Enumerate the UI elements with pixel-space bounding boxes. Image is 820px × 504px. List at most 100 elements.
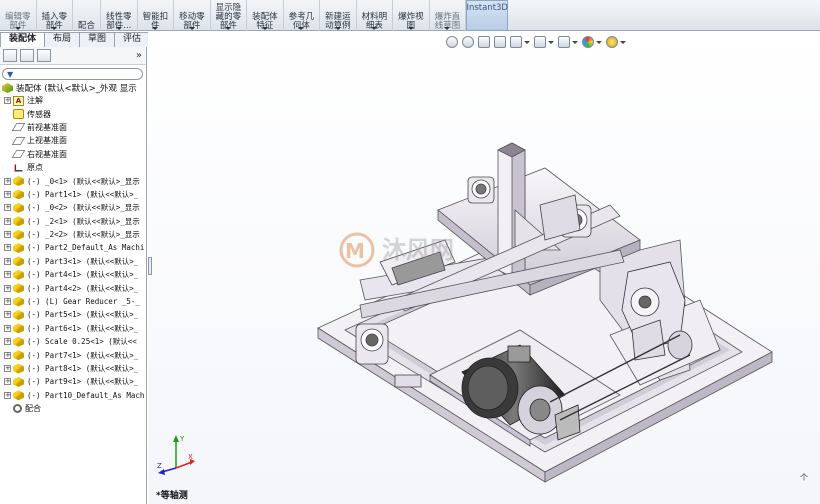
tree-item[interactable]: 右视基准面 xyxy=(0,148,146,161)
tree-item[interactable]: + (-) Part4<2> (默认<<默认>_ xyxy=(0,281,146,294)
chevron-down-icon xyxy=(334,27,341,30)
expand-icon[interactable]: + xyxy=(4,97,11,105)
expand-icon[interactable]: + xyxy=(4,391,11,399)
tree-item[interactable]: + (-) _0<2> (默认<<默认>_显示 xyxy=(0,201,146,214)
ribbon-button[interactable]: 智能扣 件 xyxy=(138,0,175,31)
part-icon xyxy=(13,363,24,374)
tree-item[interactable]: + (-) _0<1> (默认<<默认>_显示 xyxy=(0,174,146,187)
tree-item-label: (-) Part10_Default_As Mach xyxy=(27,390,145,400)
chevron-down-icon xyxy=(407,27,414,30)
tree-item[interactable]: + (-) Part9<1> (默认<<默认>_ xyxy=(0,375,146,388)
tree-item[interactable]: + (-) _2<2> (默认<<默认>_显示 xyxy=(0,228,146,241)
expand-icon[interactable]: + xyxy=(4,311,11,319)
expand-icon[interactable]: + xyxy=(4,324,11,332)
expand-icon[interactable]: + xyxy=(4,257,11,265)
orientation-triad: Y X Z xyxy=(157,435,195,475)
expand-icon[interactable]: + xyxy=(4,177,11,185)
tree-item-label: (-) Part6<1> (默认<<默认>_ xyxy=(27,323,139,333)
ribbon-button[interactable]: 爆炸直 线草图 xyxy=(430,0,467,31)
expand-icon[interactable]: + xyxy=(4,298,11,306)
ribbon-button[interactable]: 爆炸视 图 xyxy=(393,0,430,31)
tree-item[interactable]: + (-) Part3<1> (默认<<默认>_ xyxy=(0,255,146,268)
expand-icon[interactable]: + xyxy=(4,204,11,212)
expand-icon[interactable]: + xyxy=(4,190,11,198)
graphics-viewport[interactable]: M 沐风网 Y X Z *等轴测 个 xyxy=(148,32,820,504)
expand-icon[interactable]: + xyxy=(4,244,11,252)
expand-icon[interactable]: + xyxy=(4,378,11,386)
tree-item[interactable]: 配合 xyxy=(0,402,146,415)
part-icon xyxy=(13,350,24,361)
tree-item[interactable]: 传感器 xyxy=(0,107,146,120)
ribbon-button[interactable]: 参考几 何体 xyxy=(284,0,321,31)
instant3d-button[interactable]: Instant3D xyxy=(466,0,509,31)
command-tab[interactable]: 布局 xyxy=(44,32,81,47)
configuration-manager-tab-icon[interactable] xyxy=(37,49,51,62)
tree-item[interactable]: 前视基准面 xyxy=(0,121,146,134)
tree-item[interactable]: + (-) Part2_Default_As Machi xyxy=(0,241,146,254)
ribbon-button[interactable]: 移动零 部件 xyxy=(174,0,211,31)
ribbon-button[interactable]: 线性零 部件... xyxy=(101,0,138,31)
ribbon-button[interactable]: 配合 xyxy=(73,0,102,31)
tree-item-label: 配合 xyxy=(25,404,41,414)
tree-item[interactable]: + (-) Part6<1> (默认<<默认>_ xyxy=(0,322,146,335)
plane-icon xyxy=(11,150,26,159)
solidworks-window: 编辑零 部件 插入零 部件 配合 线性零 部件... 智能扣 件移动零 部件 显示隐 藏的… xyxy=(0,0,820,504)
chevron-down-icon xyxy=(152,27,159,30)
ribbon-button[interactable]: 插入零 部件 xyxy=(37,0,74,31)
expand-panel-icon[interactable]: » xyxy=(136,50,142,61)
expand-icon[interactable]: + xyxy=(4,365,11,372)
tree-filter-input[interactable]: ▼ xyxy=(2,68,143,80)
tree-item[interactable]: + (-) Part8<1> (默认<<默认>_ xyxy=(0,362,146,375)
watermark-text: 沐风网 xyxy=(382,236,454,264)
command-tab[interactable]: 装配体 xyxy=(0,32,46,47)
command-tab[interactable]: 草图 xyxy=(79,32,116,47)
tree-item-label: (-) Part5<1> (默认<<默认>_ xyxy=(27,310,139,320)
tree-item[interactable]: + (-) Part4<1> (默认<<默认>_ xyxy=(0,268,146,281)
ribbon-button[interactable]: 编辑零 部件 xyxy=(0,0,37,31)
triad-z-label: Z xyxy=(157,462,162,470)
tree-item[interactable]: + (-) _2<1> (默认<<默认>_显示 xyxy=(0,215,146,228)
feature-manager-tab-icon[interactable] xyxy=(3,49,17,62)
expand-icon[interactable]: + xyxy=(4,338,11,346)
expand-icon[interactable]: + xyxy=(4,217,11,225)
command-manager-ribbon: 编辑零 部件 插入零 部件 配合 线性零 部件... 智能扣 件移动零 部件 显示隐 藏的… xyxy=(0,0,820,31)
tree-item[interactable]: 原点 xyxy=(0,161,146,174)
tree-item[interactable]: + A 注解 xyxy=(0,94,146,107)
expand-icon[interactable]: + xyxy=(4,271,11,279)
tree-item-label: (-) _0<1> (默认<<默认>_显示 xyxy=(27,176,140,186)
tree-item[interactable]: + (-) (L) Gear Reducer _5-_ xyxy=(0,295,146,308)
expand-icon[interactable]: + xyxy=(4,231,11,239)
tree-item-label: 右视基准面 xyxy=(27,149,67,159)
tree-root[interactable]: 装配体 (默认<默认>_外观 显示 xyxy=(0,82,146,94)
triad-y-label: Y xyxy=(179,435,185,443)
tree-item[interactable]: + (-) Part10_Default_As Mach xyxy=(0,389,146,402)
tree-item-label: (-) Part7<1> (默认<<默认>_ xyxy=(27,350,139,360)
tree-item[interactable]: + (-) Part5<1> (默认<<默认>_ xyxy=(0,308,146,321)
expand-icon[interactable]: + xyxy=(4,284,11,292)
panel-toolbar: » xyxy=(0,47,146,65)
feature-manager-panel: » ▼ 装配体 (默认<默认>_外观 显示 + A 注解传感器前视基准面上视基准面右… xyxy=(0,47,147,504)
tree-item[interactable]: + (-) Scale 0.25<1> (默认<< xyxy=(0,335,146,348)
mate-icon xyxy=(13,404,22,414)
tree-item-label: (-) (L) Gear Reducer _5-_ xyxy=(27,297,140,307)
tree-root-label: 装配体 (默认<默认>_外观 显示 xyxy=(16,84,137,94)
assembly-icon xyxy=(2,83,13,93)
property-manager-tab-icon[interactable] xyxy=(20,49,34,62)
tree-item-label: 前视基准面 xyxy=(27,122,67,132)
command-tab[interactable]: 评估 xyxy=(114,32,151,47)
feature-tree: + A 注解传感器前视基准面上视基准面右视基准面原点 + (-) _0<1> (默认<<… xyxy=(0,94,146,415)
ribbon-button[interactable]: 显示隐 藏的零 部件 xyxy=(211,0,248,31)
tree-item[interactable]: + (-) Part1<1> (默认<<默认>_ xyxy=(0,188,146,201)
ribbon-button[interactable]: 装配体 特征 xyxy=(247,0,284,31)
sensor-icon xyxy=(13,109,24,120)
ribbon-button[interactable]: 材料明 细表 xyxy=(357,0,394,31)
tree-item[interactable]: 上视基准面 xyxy=(0,134,146,147)
part-icon xyxy=(13,202,24,213)
ribbon-button[interactable]: 新建运 动算例 xyxy=(320,0,357,31)
tree-item[interactable]: + (-) Part7<1> (默认<<默认>_ xyxy=(0,348,146,361)
expand-icon[interactable]: + xyxy=(4,351,11,359)
assembly-model[interactable]: M 沐风网 xyxy=(148,32,820,504)
tree-item-label: (-) Part8<1> (默认<<默认>_ xyxy=(27,364,139,373)
tree-item-label: 传感器 xyxy=(27,109,51,119)
tree-item-label: 上视基准面 xyxy=(27,136,67,146)
